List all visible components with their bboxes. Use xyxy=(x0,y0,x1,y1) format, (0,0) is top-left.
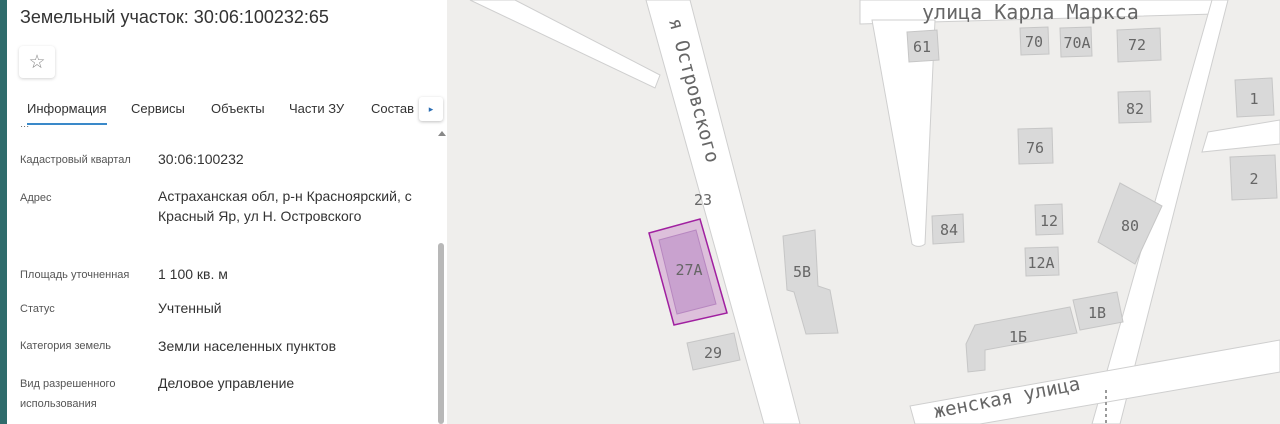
attribute-list: ... Кадастровый квартал 30:06:100232 Адр… xyxy=(7,126,437,424)
field-label: Кадастровый квартал xyxy=(20,154,131,166)
left-edge-strip xyxy=(0,0,7,424)
field-label: Адрес xyxy=(20,192,52,204)
tab-information[interactable]: Информация xyxy=(27,101,107,125)
house-number: 12А xyxy=(1027,254,1054,272)
truncated-row: ... xyxy=(20,126,29,130)
house-number: 1 xyxy=(1249,90,1258,108)
info-panel: Земельный участок: 30:06:100232:65 ☆ Инф… xyxy=(7,0,447,424)
tab-parts[interactable]: Части ЗУ xyxy=(289,101,344,116)
tab-services[interactable]: Сервисы xyxy=(131,101,185,116)
field-label: Вид разрешенного использования xyxy=(20,378,116,410)
house-number: 23 xyxy=(694,191,712,209)
field-label: Статус xyxy=(20,303,55,315)
house-number: 82 xyxy=(1126,100,1144,118)
house-number: 72 xyxy=(1128,36,1146,54)
field-value: Земли населенных пунктов xyxy=(158,338,337,354)
house-number: 70А xyxy=(1063,34,1090,52)
house-number: 70 xyxy=(1025,33,1043,51)
house-number: 76 xyxy=(1026,139,1044,157)
field-value: Деловое управление xyxy=(158,375,295,391)
house-number: 1Б xyxy=(1009,328,1027,346)
tab-composition[interactable]: Состав xyxy=(371,101,414,116)
house-number: 1В xyxy=(1088,304,1106,322)
house-number: 5В xyxy=(793,263,811,281)
field-label: Площадь уточненная xyxy=(20,269,130,281)
house-number: 27А xyxy=(675,261,702,279)
house-number: 29 xyxy=(704,344,722,362)
field-value: 1 100 кв. м xyxy=(158,266,228,282)
field-value: 30:06:100232 xyxy=(158,151,244,167)
tabs-next-icon[interactable]: ▸ xyxy=(419,97,443,121)
scroll-up-icon[interactable] xyxy=(438,131,446,136)
tab-bar: Информация Сервисы Объекты Части ЗУ Сост… xyxy=(7,95,447,125)
tab-objects[interactable]: Объекты xyxy=(211,101,265,116)
house-number: 61 xyxy=(913,38,931,56)
street-label-karl-marx: улица Карла Маркса xyxy=(922,0,1139,24)
cadastral-map[interactable]: я Островского улица Карла Маркса женская… xyxy=(447,0,1280,424)
field-label: Категория земель xyxy=(20,340,111,352)
house-number: 2 xyxy=(1249,170,1258,188)
field-value: Астраханская обл, р-н Красноярский, с Кр… xyxy=(158,188,412,224)
house-number: 80 xyxy=(1121,217,1139,235)
house-number: 84 xyxy=(940,221,958,239)
scrollbar-thumb[interactable] xyxy=(438,243,444,424)
field-value: Учтенный xyxy=(158,300,222,316)
favorite-star-icon[interactable]: ☆ xyxy=(19,46,55,78)
page-title: Земельный участок: 30:06:100232:65 xyxy=(20,7,329,27)
house-number: 12 xyxy=(1040,212,1058,230)
